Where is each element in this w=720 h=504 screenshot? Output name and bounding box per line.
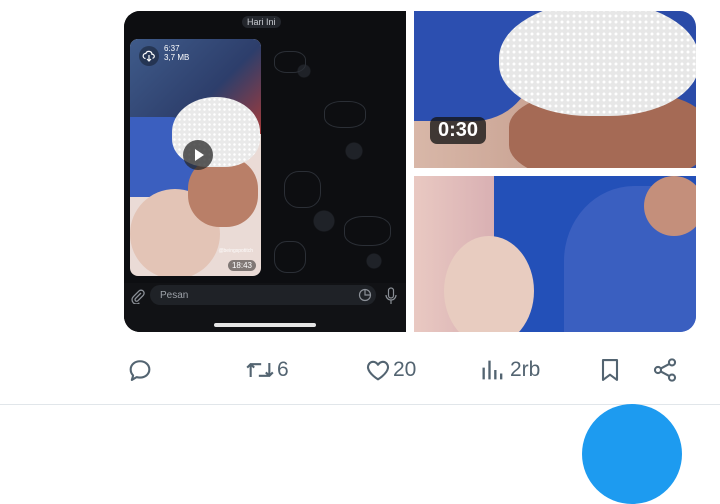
wallpaper-doodle bbox=[344, 216, 391, 246]
media-image-chat-screenshot[interactable]: Hari Ini 6:37 3,7 MB @beingspotitch 18:4… bbox=[124, 11, 406, 332]
tweet-action-bar: 6 20 2rb bbox=[0, 340, 720, 400]
video-bubble: 6:37 3,7 MB @beingspotitch 18:43 bbox=[130, 39, 261, 276]
message-placeholder: Pesan bbox=[160, 290, 189, 301]
video-duration-badge: 0:30 bbox=[430, 117, 487, 144]
media-video[interactable]: 0:30 bbox=[414, 11, 696, 168]
like-icon bbox=[366, 360, 390, 381]
image-frame-skin bbox=[444, 236, 534, 332]
share-icon bbox=[653, 358, 677, 382]
media-grid[interactable]: Hari Ini 6:37 3,7 MB @beingspotitch 18:4… bbox=[124, 11, 696, 332]
wallpaper-doodle bbox=[284, 171, 321, 208]
views-icon bbox=[482, 360, 503, 380]
wallpaper-doodle bbox=[324, 101, 366, 128]
attach-icon bbox=[131, 289, 145, 304]
home-indicator bbox=[214, 323, 316, 327]
retweet-count: 6 bbox=[277, 358, 289, 381]
play-icon bbox=[183, 140, 213, 170]
download-size: 3,7 MB bbox=[164, 53, 190, 62]
sticker-icon bbox=[358, 288, 372, 302]
download-meta: 6:37 3,7 MB bbox=[164, 44, 189, 62]
wallpaper-doodle bbox=[274, 241, 306, 273]
compose-fab-button[interactable] bbox=[582, 404, 682, 504]
mic-icon bbox=[385, 287, 397, 304]
image-frame-head bbox=[644, 176, 696, 236]
views-count: 2rb bbox=[510, 358, 541, 381]
date-chip: Hari Ini bbox=[242, 16, 281, 28]
like-count: 20 bbox=[393, 358, 417, 381]
like-button[interactable]: 20 bbox=[363, 356, 416, 384]
bubble-timestamp: 18:43 bbox=[227, 260, 256, 271]
bookmark-icon bbox=[601, 359, 619, 381]
media-image-bottom[interactable] bbox=[414, 176, 696, 332]
reply-icon bbox=[129, 360, 151, 381]
retweet-button[interactable]: 6 bbox=[243, 356, 289, 384]
video-frame-cap bbox=[499, 11, 696, 116]
wallpaper-doodle bbox=[274, 51, 306, 73]
reply-button[interactable] bbox=[126, 356, 154, 384]
divider bbox=[0, 404, 720, 405]
retweet-icon bbox=[246, 363, 274, 377]
download-icon bbox=[139, 46, 159, 66]
watermark-handle: @beingspotitch bbox=[218, 248, 253, 254]
download-time: 6:37 bbox=[164, 44, 180, 53]
views-button[interactable]: 2rb bbox=[479, 356, 540, 384]
share-button[interactable] bbox=[651, 356, 679, 384]
bookmark-button[interactable] bbox=[596, 356, 624, 384]
